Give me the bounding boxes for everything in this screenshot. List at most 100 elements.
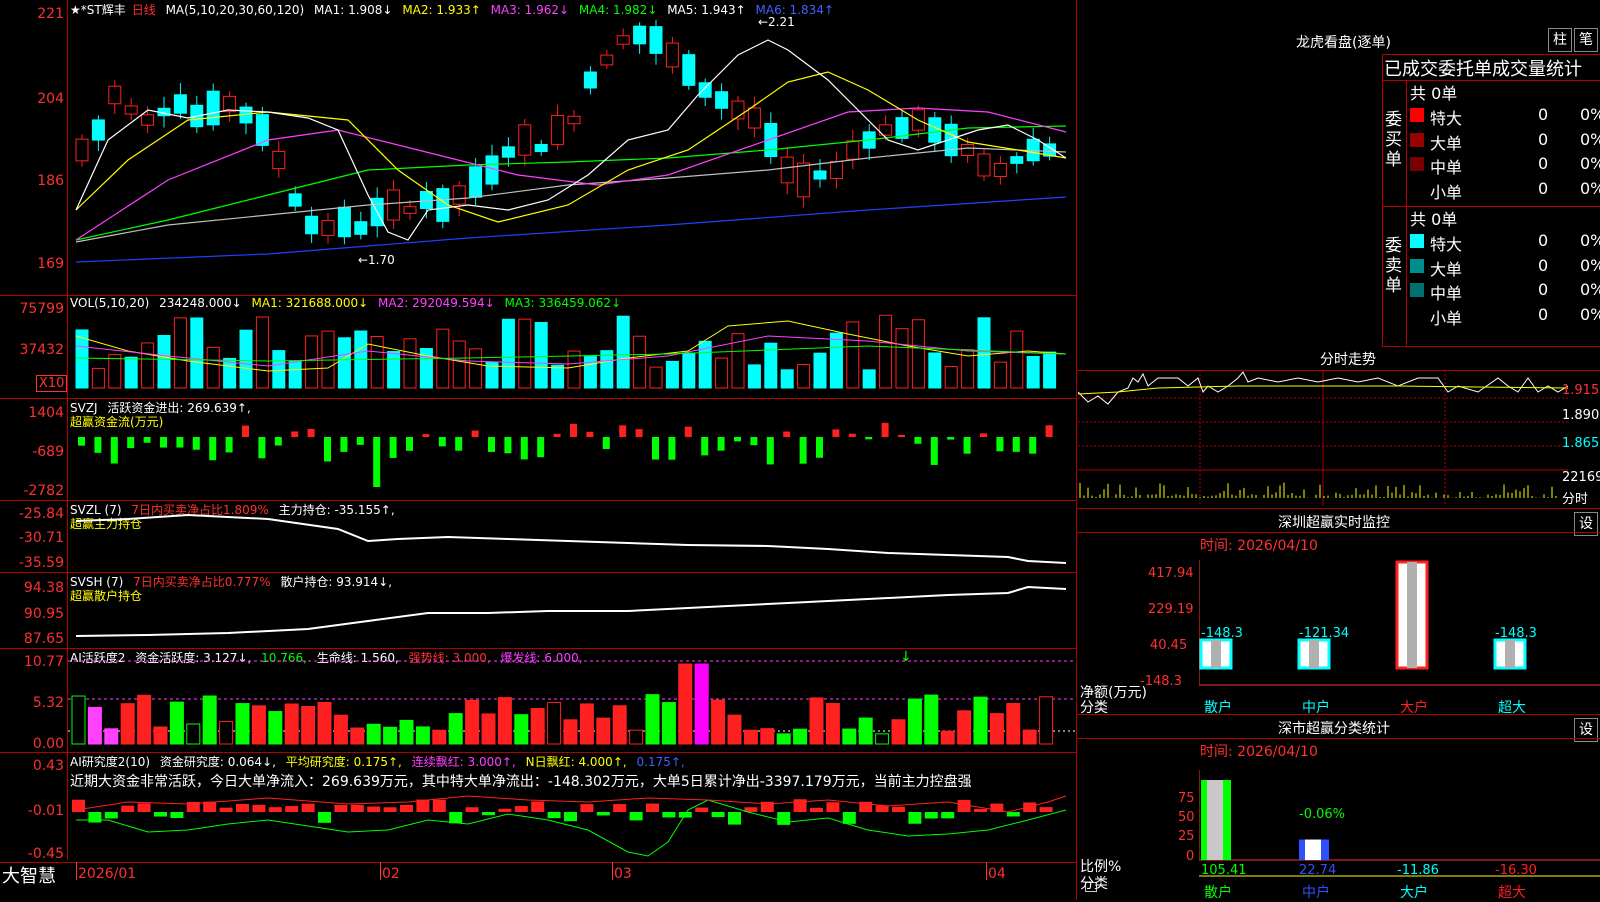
candle[interactable] — [977, 149, 991, 182]
candle[interactable] — [616, 28, 630, 50]
candle[interactable] — [75, 134, 89, 167]
svzl-chart[interactable] — [68, 501, 1076, 572]
chart-right-divider — [1076, 0, 1077, 900]
buy-pct: 0% — [1580, 129, 1600, 149]
buy-row-3: 小单 0 0% — [1408, 177, 1600, 202]
candle[interactable] — [288, 186, 302, 211]
svsh-chart[interactable] — [68, 573, 1076, 648]
candle[interactable] — [1043, 136, 1057, 161]
fszs-vol-label: 22169 — [1562, 470, 1600, 485]
candle[interactable] — [223, 91, 237, 122]
szjk-chart[interactable]: -148.3 -121.34 417.94 -148.3 — [1199, 560, 1600, 710]
candle[interactable] — [633, 22, 647, 54]
candle[interactable] — [682, 50, 696, 90]
candle[interactable] — [567, 110, 581, 132]
candle[interactable] — [436, 184, 450, 229]
fund-flow-bar — [750, 437, 758, 446]
activity-bar — [153, 726, 168, 745]
candle[interactable] — [108, 79, 122, 115]
candle[interactable] — [665, 36, 679, 74]
candle[interactable] — [846, 129, 860, 169]
ai2-cont: 连续飘红: 3.000↑, — [411, 755, 516, 769]
candle[interactable] — [993, 156, 1007, 185]
research-bar — [318, 812, 331, 823]
volume-bar — [518, 318, 532, 389]
volume-bar — [157, 334, 171, 389]
brand-logo: 大智慧 — [2, 866, 56, 887]
buy-row-0: 特大 0 0% — [1408, 103, 1600, 128]
activity-bar — [268, 711, 283, 745]
candle[interactable] — [124, 97, 138, 120]
fund-flow-bar — [619, 425, 627, 437]
candle[interactable] — [239, 102, 253, 135]
volume-bar — [665, 360, 679, 389]
fund-flow-bar — [324, 437, 331, 462]
ai1-chart[interactable]: ↓ — [68, 649, 1076, 752]
activity-bar — [481, 713, 496, 745]
activity-bar — [957, 710, 972, 745]
volume-chart[interactable] — [68, 296, 1076, 398]
fund-flow-bar — [1029, 437, 1037, 454]
candle[interactable] — [190, 95, 204, 133]
candle[interactable] — [206, 83, 220, 131]
sell-total: 共 0单 — [1410, 210, 1458, 229]
ai2-chart[interactable] — [68, 790, 1076, 862]
sfl-value-label: -16.30 — [1495, 863, 1537, 878]
candle[interactable] — [895, 111, 909, 143]
svzj-chart[interactable] — [68, 399, 1076, 500]
candle[interactable] — [272, 141, 286, 178]
szjk-bar-shade — [1309, 640, 1319, 668]
candle[interactable] — [1010, 152, 1024, 174]
low-marker: ← — [358, 253, 368, 267]
pen-mode-button[interactable]: 笔 — [1574, 28, 1598, 52]
szjk-value-label: -121.34 — [1299, 626, 1349, 641]
activity-bar — [563, 719, 578, 745]
volume-bar — [895, 328, 909, 389]
candle[interactable] — [403, 200, 417, 221]
candle[interactable] — [829, 151, 843, 189]
candle[interactable] — [173, 83, 187, 119]
activity-bar — [284, 703, 299, 745]
volume-bar — [928, 352, 942, 389]
candle[interactable] — [583, 66, 597, 95]
fund-flow-bar — [340, 437, 348, 452]
activity-bar — [694, 663, 709, 745]
candle[interactable] — [600, 49, 614, 69]
intraday-chart[interactable] — [1078, 370, 1568, 506]
candle[interactable] — [862, 124, 876, 161]
candle[interactable] — [321, 212, 335, 244]
fund-flow-bar — [192, 437, 200, 450]
research-bar — [580, 804, 594, 812]
candle[interactable] — [731, 96, 745, 131]
sfl-chart[interactable]: 105.41 22.74 -11.86 -16.30 -0.06% — [1199, 770, 1600, 900]
svsh-ytick-1: 94.38 — [23, 580, 64, 596]
bar-mode-button[interactable]: 柱 — [1548, 28, 1572, 52]
fund-flow-bar — [373, 437, 381, 487]
candle[interactable] — [305, 206, 319, 243]
svzj-ytick-1: 1404 — [28, 405, 64, 421]
candle[interactable] — [518, 118, 532, 166]
candle[interactable] — [715, 83, 729, 120]
candle[interactable] — [879, 115, 893, 141]
candle[interactable] — [780, 146, 794, 195]
candle[interactable] — [649, 19, 663, 65]
candle[interactable] — [354, 211, 368, 240]
fund-flow-bar — [488, 437, 495, 452]
sfl-divider — [1077, 738, 1600, 739]
price-chart[interactable]: ← 2.21 ← 1.70 — [68, 0, 1076, 295]
high-mark-value: 2.21 — [768, 15, 795, 29]
fszs-bottom-label: 分时 — [1562, 492, 1589, 507]
volume-bar — [944, 366, 958, 389]
candle[interactable] — [534, 139, 548, 156]
fund-flow-bar — [652, 437, 659, 460]
lhkp-divider-bottom — [1382, 346, 1600, 347]
candle[interactable] — [387, 179, 401, 230]
volume-bar — [879, 314, 893, 389]
candle[interactable] — [91, 115, 105, 152]
research-bar — [941, 812, 955, 819]
candle[interactable] — [551, 104, 565, 150]
candle[interactable] — [501, 137, 515, 167]
candle[interactable] — [797, 154, 811, 208]
candle[interactable] — [1026, 128, 1040, 166]
fund-flow-bar — [209, 437, 217, 461]
